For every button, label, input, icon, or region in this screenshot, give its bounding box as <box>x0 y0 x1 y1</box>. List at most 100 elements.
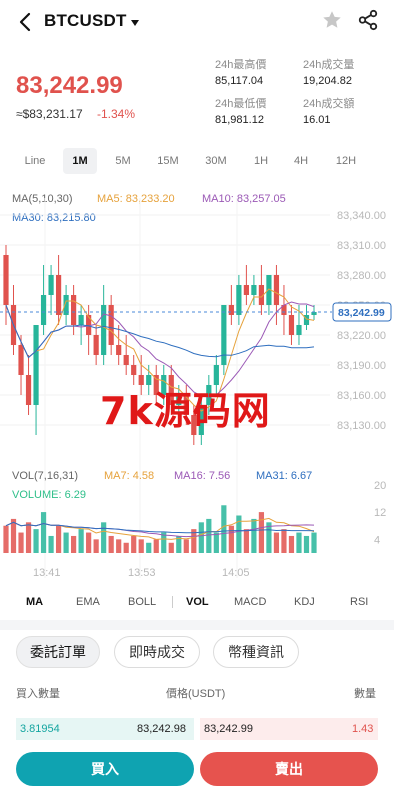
bid-price: 83,242.98 <box>137 723 186 735</box>
volume-bar <box>168 542 174 553</box>
volume-bar <box>48 535 54 553</box>
indicator-macd[interactable]: MACD <box>234 589 266 615</box>
last-price: 83,242.99 <box>16 72 123 99</box>
share-icon[interactable] <box>357 9 379 31</box>
candle-body <box>18 345 24 375</box>
indicator-ema[interactable]: EMA <box>76 589 100 615</box>
vol-ma31: MA31: 6.67 <box>256 470 313 482</box>
candle-body <box>108 305 114 345</box>
candle-body <box>78 315 84 325</box>
candle-body <box>296 325 302 335</box>
stat-24h-amount: 24h成交額 16.01 <box>303 97 354 128</box>
stat-label: 24h成交額 <box>303 98 355 110</box>
volume-bar <box>311 532 317 553</box>
volume-bar <box>281 529 287 553</box>
indicator-rsi[interactable]: RSI <box>350 589 368 615</box>
interval-line[interactable]: Line <box>16 148 54 174</box>
interval-5m[interactable]: 5M <box>106 148 140 174</box>
interval-12h[interactable]: 12H <box>326 148 366 174</box>
volume-bar <box>123 542 129 553</box>
volume-bar <box>303 535 310 553</box>
stat-label: 24h最低價 <box>215 98 267 110</box>
stat-24h-low: 24h最低價 81,981.12 <box>215 97 266 128</box>
tab-coin-info[interactable]: 幣種資訊 <box>213 636 299 668</box>
indicator-tabs: MA EMA BOLL VOL MACD KDJ RSI <box>0 589 394 615</box>
volume-bar <box>71 535 77 553</box>
price-axis-label: 83,190.00 <box>337 360 386 372</box>
indicator-vol[interactable]: VOL <box>186 589 209 615</box>
tab-open-orders[interactable]: 委託訂單 <box>16 636 100 668</box>
volume-bar <box>183 539 189 553</box>
tab-market-trades[interactable]: 即時成交 <box>114 636 200 668</box>
volume-bar <box>78 529 84 553</box>
candle-body <box>40 295 47 325</box>
candle-body <box>131 365 137 375</box>
volume-bar <box>101 522 107 553</box>
volume-bar <box>296 532 302 553</box>
candle-body <box>3 255 9 305</box>
indicator-kdj[interactable]: KDJ <box>294 589 315 615</box>
stat-label: 24h最高價 <box>215 59 267 71</box>
volume-bar <box>33 529 39 553</box>
volume-bar <box>138 539 144 553</box>
stat-24h-volume: 24h成交量 19,204.82 <box>303 58 354 89</box>
stat-label: 24h成交量 <box>303 59 355 71</box>
caret-down-icon[interactable] <box>130 15 140 26</box>
volume-bar <box>288 535 295 553</box>
stat-value: 19,204.82 <box>303 75 352 87</box>
fiat-price: ≈$83,231.17 <box>16 107 83 121</box>
price-axis-label: 83,340.00 <box>337 210 386 222</box>
candle-body <box>71 295 77 325</box>
candle-body <box>228 305 234 315</box>
vol-ma16: MA16: 7.56 <box>174 470 231 482</box>
interval-1m[interactable]: 1M <box>63 148 97 174</box>
vol-title: VOL(7,16,31) <box>12 470 79 482</box>
volume-bar <box>131 535 137 553</box>
ma30-line <box>5 304 315 359</box>
stat-value: 16.01 <box>303 114 331 126</box>
candle-body <box>273 275 280 305</box>
indicator-boll[interactable]: BOLL <box>128 589 156 615</box>
price-axis-label: 83,130.00 <box>337 420 386 432</box>
ask-qty: 1.43 <box>352 723 374 735</box>
interval-30m[interactable]: 30M <box>196 148 236 174</box>
time-axis-label: 13:53 <box>128 567 156 579</box>
volume-bar <box>10 518 17 553</box>
vol-ma7: MA7: 4.58 <box>104 470 155 482</box>
candle-body <box>25 375 32 405</box>
trading-pair-title[interactable]: BTCUSDT <box>44 11 127 31</box>
interval-1h[interactable]: 1H <box>244 148 278 174</box>
candle-body <box>123 355 129 365</box>
col-sell-qty: 數量 <box>354 688 376 700</box>
volume-bar <box>146 542 152 553</box>
buy-button[interactable]: 買入 <box>16 752 194 786</box>
volume-bar <box>93 539 99 553</box>
col-price: 價格(USDT) <box>166 688 226 700</box>
volume-bar <box>40 512 47 553</box>
volume-bar <box>153 539 159 553</box>
volume-bar <box>3 525 9 553</box>
candle-body <box>243 285 249 295</box>
volume-bar <box>198 522 204 553</box>
sell-button[interactable]: 賣出 <box>200 752 378 786</box>
volume-bar <box>18 532 24 553</box>
indicator-ma[interactable]: MA <box>26 589 43 615</box>
interval-4h[interactable]: 4H <box>284 148 318 174</box>
volume-bar <box>25 522 32 553</box>
price-axis-label: 83,220.00 <box>337 330 386 342</box>
chevron-left-icon[interactable] <box>14 10 38 34</box>
volume-bar <box>63 532 69 553</box>
trading-screen: BTCUSDT 83,242.99 ≈$83,231.17 -1.34% 24h… <box>0 0 394 800</box>
price-axis-label: 83,160.00 <box>337 390 386 402</box>
candle-body <box>93 335 99 355</box>
volume-bar <box>228 525 234 553</box>
star-icon[interactable] <box>321 9 343 31</box>
price-axis-label: 83,310.00 <box>337 240 386 252</box>
candle-body <box>116 345 122 355</box>
candle-body <box>236 285 242 315</box>
bid-qty: 3.81954 <box>20 723 60 735</box>
volume-axis-label: 20 <box>374 480 386 492</box>
candle-body <box>251 285 257 295</box>
interval-15m[interactable]: 15M <box>148 148 188 174</box>
current-price-tag: 83,242.99 <box>338 307 385 319</box>
